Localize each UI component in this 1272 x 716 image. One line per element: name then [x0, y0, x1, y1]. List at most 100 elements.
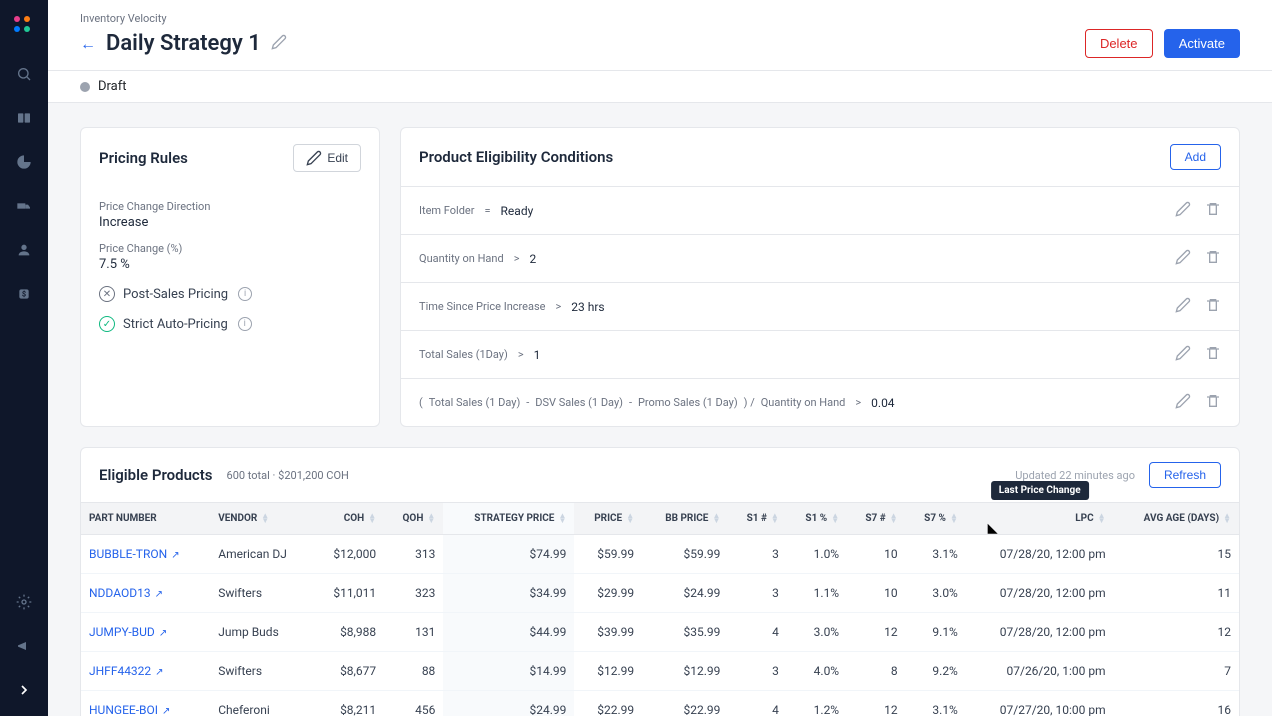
search-icon[interactable] [14, 64, 34, 84]
edit-icon[interactable] [1175, 345, 1191, 364]
lpc-cell: 07/28/20, 12:00 pm [966, 574, 1114, 613]
condition-row: Quantity on Hand>2 [401, 234, 1239, 282]
price-cell: $59.99 [574, 535, 642, 574]
external-link-icon[interactable]: ↗ [155, 667, 163, 678]
edit-icon[interactable] [1175, 201, 1191, 220]
s7n-cell: 12 [847, 613, 905, 652]
s7n-cell: 10 [847, 535, 905, 574]
table-header[interactable]: VENDOR▲▼ [210, 503, 313, 535]
trash-icon[interactable] [1205, 249, 1221, 268]
s1n-cell: 3 [728, 652, 786, 691]
external-link-icon[interactable]: ↗ [171, 550, 179, 561]
sort-icon[interactable]: ▲▼ [950, 513, 958, 523]
sort-icon[interactable]: ▲▼ [368, 513, 376, 523]
sort-icon[interactable]: ▲▼ [1223, 513, 1231, 523]
s1n-cell: 3 [728, 535, 786, 574]
trash-icon[interactable] [1205, 201, 1221, 220]
edit-icon[interactable] [1175, 393, 1191, 412]
refresh-button[interactable]: Refresh [1149, 462, 1221, 488]
table-header[interactable]: COH▲▼ [313, 503, 384, 535]
s1p-cell: 1.1% [787, 574, 847, 613]
table-header[interactable]: S7 %▲▼ [906, 503, 966, 535]
table-row: JHFF44322↗Swifters$8,67788$14.99$12.99$1… [81, 652, 1239, 691]
edit-icon[interactable] [1175, 249, 1191, 268]
qoh-cell: 313 [384, 535, 443, 574]
part-number-link[interactable]: HUNGEE-BOI [89, 703, 158, 716]
table-header[interactable]: S7 #▲▼ [847, 503, 905, 535]
table-header[interactable]: LPC▲▼Last Price Change◣ [966, 503, 1114, 535]
pricing-rules-heading: Pricing Rules [99, 149, 188, 167]
money-icon[interactable]: $ [14, 284, 34, 304]
gear-icon[interactable] [14, 592, 34, 612]
back-arrow-icon[interactable]: ← [80, 34, 96, 54]
external-link-icon[interactable]: ↗ [159, 628, 167, 639]
sort-icon[interactable]: ▲▼ [890, 513, 898, 523]
price-cell: $39.99 [574, 613, 642, 652]
breadcrumb: Inventory Velocity [80, 12, 1240, 25]
sort-icon[interactable]: ▲▼ [427, 513, 435, 523]
edit-pricing-button[interactable]: Edit [293, 144, 361, 172]
price-cell: $29.99 [574, 574, 642, 613]
sort-icon[interactable]: ▲▼ [1098, 513, 1106, 523]
products-table: PART NUMBERVENDOR▲▼COH▲▼QOH▲▼STRATEGY PR… [81, 502, 1239, 716]
sort-icon[interactable]: ▲▼ [831, 513, 839, 523]
trash-icon[interactable] [1205, 297, 1221, 316]
strategy-price-cell: $24.99 [443, 691, 574, 716]
pricing-rules-card: Pricing Rules Edit Price Change Directio… [80, 127, 380, 427]
products-heading: Eligible Products [99, 466, 213, 484]
strict-label: Strict Auto-Pricing [123, 317, 228, 332]
table-header[interactable]: S1 #▲▼ [728, 503, 786, 535]
info-icon[interactable]: i [238, 287, 252, 301]
delete-button[interactable]: Delete [1085, 29, 1153, 58]
s7p-cell: 3.1% [906, 535, 966, 574]
megaphone-icon[interactable] [14, 636, 34, 656]
table-row: HUNGEE-BOI↗Cheferoni$8,211456$24.99$22.9… [81, 691, 1239, 716]
activate-button[interactable]: Activate [1164, 29, 1240, 58]
truck-icon[interactable] [14, 196, 34, 216]
external-link-icon[interactable]: ↗ [162, 706, 170, 716]
eligible-products-card: Eligible Products 600 total · $201,200 C… [80, 447, 1240, 716]
info-icon[interactable]: i [238, 317, 252, 331]
table-header[interactable]: PART NUMBER [81, 503, 210, 535]
lpc-cell: 07/28/20, 12:00 pm [966, 535, 1114, 574]
part-number-link[interactable]: NDDAOD13 [89, 586, 151, 600]
part-number-link[interactable]: BUBBLE-TRON [89, 547, 167, 561]
book-icon[interactable] [14, 108, 34, 128]
sort-icon[interactable]: ▲▼ [626, 513, 634, 523]
table-header[interactable]: STRATEGY PRICE▲▼ [443, 503, 574, 535]
s7n-cell: 12 [847, 691, 905, 716]
age-cell: 15 [1114, 535, 1239, 574]
eligibility-heading: Product Eligibility Conditions [419, 148, 613, 166]
tooltip: Last Price Change [991, 481, 1089, 500]
user-icon[interactable] [14, 240, 34, 260]
post-sales-label: Post-Sales Pricing [123, 287, 228, 302]
edit-title-icon[interactable] [271, 34, 287, 54]
part-number-link[interactable]: JHFF44322 [89, 664, 151, 678]
bb-price-cell: $12.99 [642, 652, 728, 691]
table-header[interactable]: QOH▲▼ [384, 503, 443, 535]
status-row: Draft [48, 71, 1272, 103]
external-link-icon[interactable]: ↗ [155, 589, 163, 600]
sort-icon[interactable]: ▲▼ [771, 513, 779, 523]
add-condition-button[interactable]: Add [1170, 144, 1221, 170]
sort-icon[interactable]: ▲▼ [558, 513, 566, 523]
table-header[interactable]: PRICE▲▼ [574, 503, 642, 535]
table-header[interactable]: S1 %▲▼ [787, 503, 847, 535]
table-header[interactable]: BB PRICE▲▼ [642, 503, 728, 535]
percent-value: 7.5 % [99, 257, 361, 272]
condition-row: Item Folder=Ready [401, 186, 1239, 234]
price-cell: $22.99 [574, 691, 642, 716]
s7n-cell: 10 [847, 574, 905, 613]
coh-cell: $12,000 [313, 535, 384, 574]
trash-icon[interactable] [1205, 393, 1221, 412]
sort-icon[interactable]: ▲▼ [712, 513, 720, 523]
expand-icon[interactable] [14, 680, 34, 700]
table-header[interactable]: AVG AGE (DAYS)▲▼ [1114, 503, 1239, 535]
edit-icon[interactable] [1175, 297, 1191, 316]
part-number-link[interactable]: JUMPY-BUD [89, 625, 155, 639]
sort-icon[interactable]: ▲▼ [261, 513, 269, 523]
trash-icon[interactable] [1205, 345, 1221, 364]
age-cell: 16 [1114, 691, 1239, 716]
chart-icon[interactable] [14, 152, 34, 172]
condition-row: Time Since Price Increase>23 hrs [401, 282, 1239, 330]
